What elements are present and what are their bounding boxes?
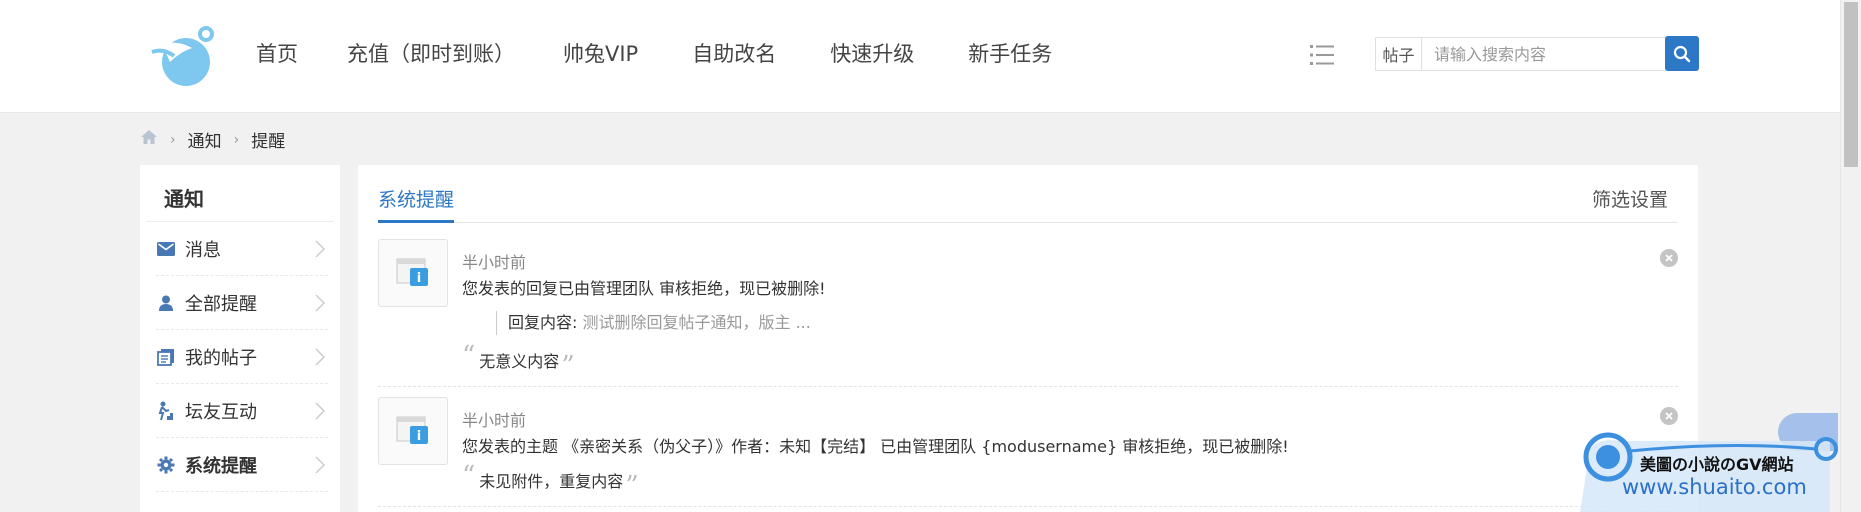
site-logo[interactable] — [148, 22, 218, 88]
list-item: i 半小时前 您发表的主题 《亲密关系（伪父子）》作者：未知【完结】 已由管理团… — [378, 387, 1678, 507]
system-notice-icon: i — [378, 239, 448, 307]
list-menu-icon[interactable] — [1310, 44, 1334, 66]
sidebar-item-label: 全部提醒 — [185, 293, 257, 315]
nav-rename[interactable]: 自助改名 — [692, 38, 776, 68]
site-header: 首页 充值（即时到账） 帅兔VIP 自助改名 快速升级 新手任务 帖子 — [0, 0, 1840, 113]
home-icon[interactable] — [140, 129, 158, 150]
tab-bar: 系统提醒 筛选设置 — [378, 165, 1678, 223]
nav-newbie-tasks[interactable]: 新手任务 — [968, 38, 1052, 68]
notice-reply: 回复内容: 测试删除回复帖子通知，版主 ... — [496, 311, 811, 335]
svg-text:i: i — [417, 271, 421, 286]
chevron-right-icon — [315, 294, 326, 312]
sidebar-item-interaction[interactable]: 坛友互动 — [156, 384, 328, 438]
search-box: 帖子 — [1375, 37, 1698, 71]
delete-notice-button[interactable] — [1660, 249, 1678, 267]
notice-time: 半小时前 — [462, 253, 527, 272]
breadcrumb: › 通知 › 提醒 — [140, 127, 285, 152]
breadcrumb-separator: › — [170, 131, 176, 148]
sidebar-title: 通知 — [146, 165, 334, 222]
system-notice-icon: i — [378, 397, 448, 465]
chevron-right-icon — [315, 402, 326, 420]
sidebar-item-all-reminders[interactable]: 全部提醒 — [156, 276, 328, 330]
open-quote-icon: “ — [462, 341, 476, 371]
watermark-line1: 美圖の小說のGV網站 — [1640, 455, 1794, 474]
breadcrumb-reminder[interactable]: 提醒 — [251, 127, 285, 152]
watermark-logo: 美圖の小說のGV網站 www.shuaito.com — [1580, 415, 1840, 512]
chevron-right-icon — [315, 240, 326, 258]
scrollbar-thumb[interactable] — [1844, 2, 1858, 167]
close-quote-icon: ” — [561, 351, 575, 381]
watermark-line2: www.shuaito.com — [1622, 475, 1807, 499]
page-scrollbar[interactable] — [1840, 0, 1861, 512]
breadcrumb-notice[interactable]: 通知 — [188, 127, 222, 152]
sidebar-item-system-reminders[interactable]: 系统提醒 — [156, 438, 328, 492]
search-type-select[interactable]: 帖子 — [1376, 38, 1422, 70]
nav-recharge[interactable]: 充值（即时到账） — [347, 38, 515, 68]
notice-text: 您发表的回复已由管理团队 审核拒绝，现已被删除! — [462, 279, 826, 298]
search-icon — [1673, 45, 1691, 62]
search-button[interactable] — [1665, 36, 1699, 71]
open-quote-icon: “ — [462, 461, 476, 491]
nav-home[interactable]: 首页 — [256, 38, 298, 68]
notice-time: 半小时前 — [462, 411, 527, 430]
breadcrumb-separator: › — [233, 131, 240, 148]
mail-icon — [156, 239, 176, 259]
sidebar-item-my-posts[interactable]: 我的帖子 — [156, 330, 328, 384]
search-input[interactable] — [1422, 38, 1660, 70]
nav-vip[interactable]: 帅兔VIP — [563, 38, 638, 68]
reply-label: 回复内容: — [508, 313, 578, 332]
posts-icon — [156, 347, 176, 367]
notice-text: 您发表的主题 《亲密关系（伪父子）》作者：未知【完结】 已由管理团队 {modu… — [462, 437, 1289, 456]
main-panel: 系统提醒 筛选设置 i 半小时前 您发表的回复已由管理团队 审核拒绝，现已被删除… — [358, 165, 1698, 512]
nav-upgrade[interactable]: 快速升级 — [830, 38, 914, 68]
interaction-icon — [156, 401, 176, 421]
reason-text: 未见附件，重复内容 — [479, 472, 624, 491]
close-icon — [1665, 254, 1673, 262]
chevron-right-icon — [315, 348, 326, 366]
close-quote-icon: ” — [625, 471, 639, 501]
sidebar-item-label: 我的帖子 — [185, 347, 257, 369]
main-nav: 首页 充值（即时到账） 帅兔VIP 自助改名 快速升级 新手任务 — [256, 38, 1052, 68]
sidebar-item-label: 消息 — [185, 239, 221, 261]
reply-content: 测试删除回复帖子通知，版主 ... — [582, 313, 811, 332]
sidebar-item-messages[interactable]: 消息 — [156, 222, 328, 276]
list-item: i 半小时前 您发表的回复已由管理团队 审核拒绝，现已被删除! 回复内容: 测试… — [378, 223, 1678, 387]
sidebar-item-label: 坛友互动 — [185, 401, 257, 423]
tab-system-reminders[interactable]: 系统提醒 — [378, 185, 455, 223]
filter-settings-link[interactable]: 筛选设置 — [1592, 185, 1668, 212]
person-icon — [156, 293, 176, 313]
reason-text: 无意义内容 — [479, 352, 560, 371]
chevron-right-icon — [315, 456, 326, 474]
gear-icon — [156, 455, 176, 475]
notice-reason: “ 无意义内容 ” — [462, 343, 575, 379]
svg-text:i: i — [417, 429, 421, 444]
notice-reason: “ 未见附件，重复内容 ” — [462, 463, 639, 499]
sidebar-item-label: 系统提醒 — [185, 455, 257, 477]
sidebar: 通知 消息 全部提醒 我的帖子 坛友互动 系统提醒 — [140, 165, 340, 512]
